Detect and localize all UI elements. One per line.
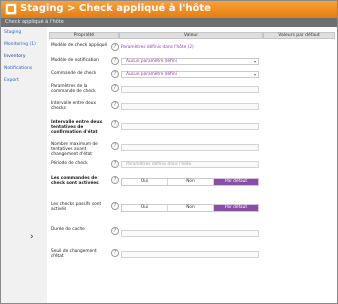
sidebar: Staging Monitoring (1) Inventory Notific… [1,27,47,303]
row-label-notification-template: Modèle de notification [51,58,99,63]
help-icon[interactable]: ? [111,84,119,92]
option-default-button[interactable]: Par défaut [214,205,258,211]
help-icon[interactable]: ? [111,160,119,168]
help-icon[interactable]: ? [111,227,119,235]
check-interval-input[interactable] [121,103,259,110]
check-command-args-input[interactable] [121,86,259,93]
main-panel: Propriété Valeur Valeurs par défaut Modè… [47,27,337,303]
sidebar-item-export[interactable]: Export [4,78,19,83]
chevron-down-icon: ▾ [253,59,256,64]
option-yes-button[interactable]: Oui [122,179,167,185]
check-command-select[interactable]: Aucun paramètre défini ▾ [121,71,259,78]
app-logo-icon [5,3,17,15]
check-period-input[interactable]: Paramètres définis dans l'hôte [121,161,259,168]
help-icon[interactable]: ? [111,43,119,51]
app-window: Staging > Check appliqué à l'hôte Check … [0,0,338,304]
help-icon[interactable]: ? [111,249,119,257]
window-title: Staging > Check appliqué à l'hôte [20,3,211,14]
input-value: Paramètres définis dans l'hôte [126,162,192,167]
row-label-passive-checks: Les checks passifs sont activés [51,202,102,213]
column-header-value: Valeur [119,32,263,39]
help-icon[interactable]: ? [111,202,119,210]
row-label-cache-duration: Durée de cache [51,227,85,232]
option-default-button[interactable]: Par défaut [214,179,258,185]
retry-interval-input[interactable] [121,123,259,130]
option-no-button[interactable]: Non [168,205,213,211]
help-icon[interactable]: ? [111,70,119,78]
row-label-check-template: Modèle de check appliqué [51,43,108,48]
select-value: Aucun paramètre défini [126,72,177,77]
row-label-check-interval: Intervalle entre deux checks [51,101,97,112]
notification-template-select[interactable]: Aucun paramètre défini ▾ [121,58,259,65]
sidebar-item-staging[interactable]: Staging [4,30,21,35]
page-subtitle: Check appliqué à l'hôte [5,19,64,25]
passive-checks-toggle: Oui Non Par défaut [121,204,259,212]
column-header-default: Valeurs par défaut [263,32,335,39]
sub-header-bar: Check appliqué à l'hôte [1,18,337,27]
row-label-check-command-args: Paramètres de la commande de check [51,84,96,95]
help-icon[interactable]: ? [111,176,119,184]
max-attempts-input[interactable] [121,144,259,151]
option-yes-button[interactable]: Oui [122,205,167,211]
sidebar-item-inventory[interactable]: Inventory [4,54,26,59]
sidebar-item-notifications[interactable]: Notifications [4,66,32,71]
chevron-right-icon: › [30,232,34,242]
active-checks-toggle: Oui Non Par défaut [121,178,259,186]
sidebar-item-monitoring[interactable]: Monitoring (1) [4,42,36,47]
help-icon[interactable]: ? [111,57,119,65]
row-label-active-checks: Les commandes de check sont activées [51,176,99,187]
help-icon[interactable]: ? [111,120,119,128]
row-label-retry-interval: Intervalle entre deux tentatives de conf… [51,120,103,136]
column-header-property: Propriété [49,32,119,39]
cache-duration-input[interactable] [121,230,259,237]
row-label-flap-threshold: Seuil de changement d'état [51,249,97,260]
check-template-link[interactable]: Paramètres définis dans l'hôte (2) [121,45,194,50]
flap-threshold-input[interactable] [121,251,259,258]
chevron-down-icon: ▾ [253,72,256,77]
help-icon[interactable]: ? [111,101,119,109]
title-bar: Staging > Check appliqué à l'hôte [1,1,337,18]
row-label-max-attempts: Nombre maximum de tentatives avant chang… [51,142,98,158]
select-value: Aucun paramètre défini [126,59,177,64]
row-label-check-period: Période de check [51,161,88,166]
option-no-button[interactable]: Non [168,179,213,185]
help-icon[interactable]: ? [111,142,119,150]
row-label-check-command: Commande de check [51,71,97,76]
